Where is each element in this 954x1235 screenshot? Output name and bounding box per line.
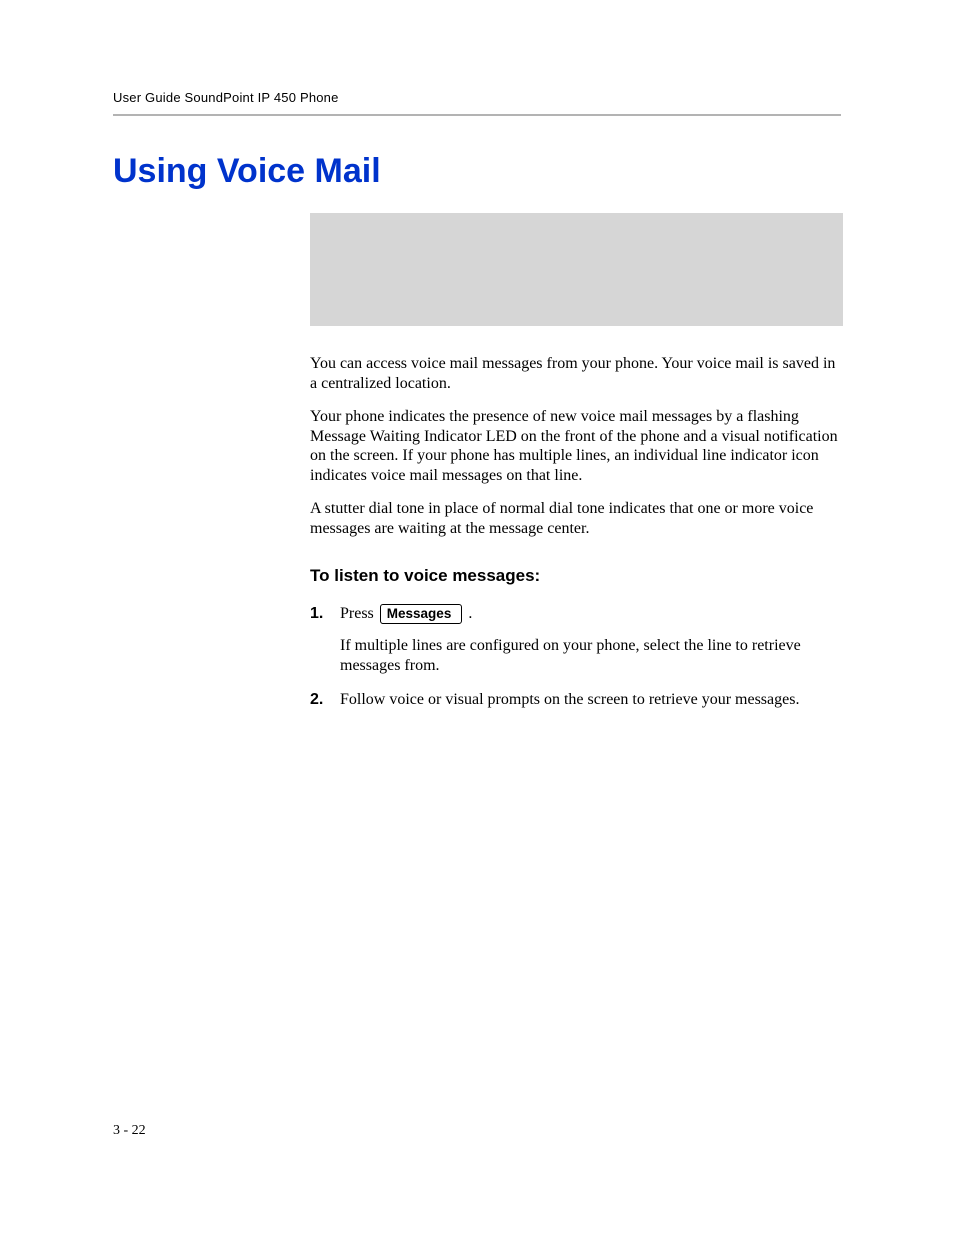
subheading-listen: To listen to voice messages: <box>310 566 843 586</box>
step-1-subtext: If multiple lines are configured on your… <box>340 636 843 676</box>
step-1-line: Press Messages . <box>340 604 843 624</box>
step-1-press-label: Press <box>340 604 374 624</box>
intro-paragraph-3: A stutter dial tone in place of normal d… <box>310 499 843 538</box>
page-number: 3 - 22 <box>113 1123 146 1139</box>
intro-paragraph-2: Your phone indicates the presence of new… <box>310 407 843 485</box>
step-2: Follow voice or visual prompts on the sc… <box>310 690 843 710</box>
step-1-period: . <box>468 604 472 624</box>
page-title: Using Voice Mail <box>113 152 841 191</box>
intro-paragraph-1: You can access voice mail messages from … <box>310 354 843 393</box>
steps-list: Press Messages . If multiple lines are c… <box>310 604 843 710</box>
messages-button-icon: Messages <box>380 604 463 624</box>
running-head: User Guide SoundPoint IP 450 Phone <box>113 90 841 116</box>
page: User Guide SoundPoint IP 450 Phone Using… <box>0 0 954 1235</box>
step-1: Press Messages . If multiple lines are c… <box>310 604 843 676</box>
note-box-placeholder <box>310 213 843 326</box>
body-column: You can access voice mail messages from … <box>310 213 843 710</box>
